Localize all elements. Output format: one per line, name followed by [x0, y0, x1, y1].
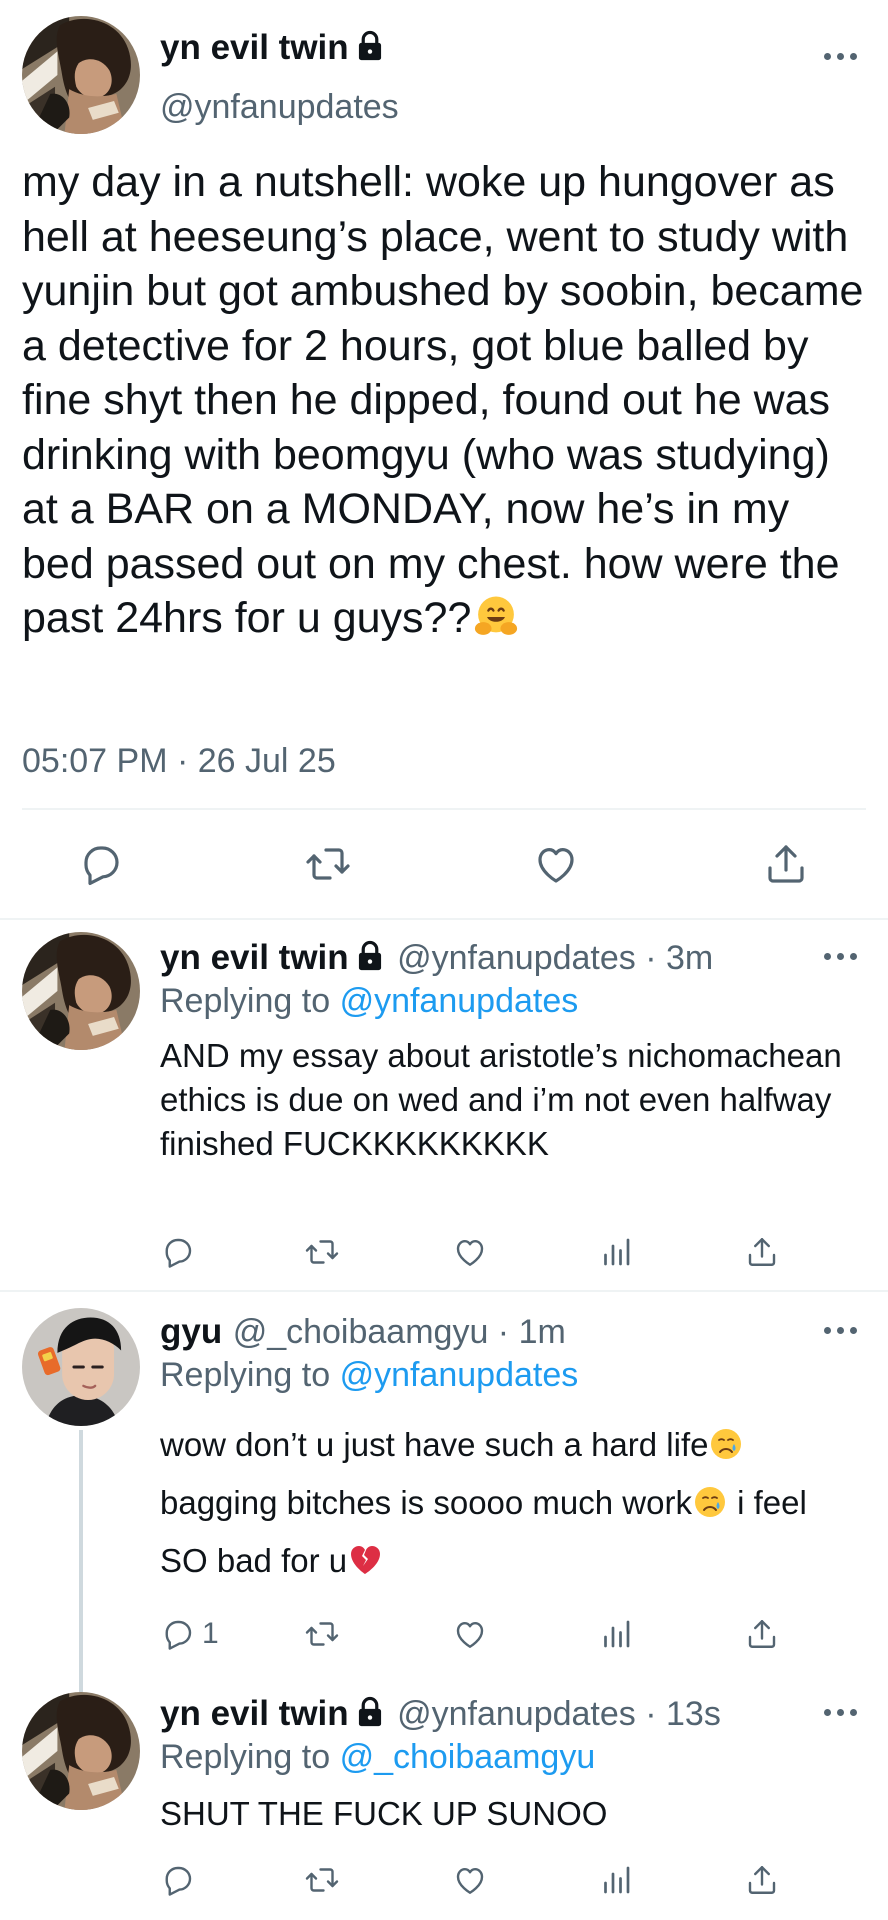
retweet-button[interactable]	[304, 840, 352, 888]
share-button[interactable]	[744, 1616, 780, 1652]
retweet-button[interactable]	[304, 1616, 340, 1652]
share-button[interactable]	[744, 1234, 780, 1270]
reply-author-row: gyu @_choibaamgyu · 1m	[160, 1312, 566, 1352]
like-button[interactable]	[532, 840, 580, 888]
replying-to-link[interactable]: @ynfanupdates	[340, 982, 579, 1020]
reply-text: wow don’t u just have such a hard life b…	[160, 1426, 807, 1579]
lock-icon	[355, 940, 385, 972]
crying-face-emoji	[708, 1426, 744, 1462]
reply-icon	[160, 1234, 196, 1270]
avatar[interactable]	[22, 16, 140, 134]
main-divider	[22, 808, 866, 810]
reply-button[interactable]	[77, 840, 125, 888]
reply-author-row: yn evil twin @ynfanupdates · 13s	[160, 1694, 721, 1734]
lock-icon	[355, 30, 385, 62]
reply-button[interactable]	[160, 1862, 196, 1898]
avatar[interactable]	[22, 1308, 140, 1426]
section-divider	[0, 918, 888, 920]
handle-time[interactable]: @ynfanupdates · 3m	[397, 939, 713, 977]
replying-to-link[interactable]: @_choibaamgyu	[340, 1738, 596, 1776]
like-icon	[452, 1616, 488, 1652]
display-name[interactable]: gyu	[160, 1312, 222, 1351]
thread-line	[79, 1430, 83, 1692]
views-button[interactable]	[598, 1616, 634, 1652]
like-button[interactable]	[452, 1234, 488, 1270]
broken-heart-emoji	[347, 1542, 383, 1578]
more-options-button[interactable]	[824, 1320, 864, 1340]
retweet-button[interactable]	[304, 1234, 340, 1270]
reply-icon	[160, 1862, 196, 1898]
like-icon	[532, 840, 580, 888]
share-button[interactable]	[762, 840, 810, 888]
views-button[interactable]	[598, 1234, 634, 1270]
reply-text: AND my essay about aristotle’s nichomach…	[160, 1037, 842, 1162]
handle-time[interactable]: @_choibaamgyu · 1m	[233, 1313, 566, 1351]
share-icon	[762, 840, 810, 888]
share-icon	[744, 1616, 780, 1652]
handle-time[interactable]: @ynfanupdates · 13s	[397, 1695, 721, 1733]
crying-face-emoji	[692, 1484, 728, 1520]
share-icon	[744, 1234, 780, 1270]
retweet-icon	[304, 1616, 340, 1652]
timestamp[interactable]: 05:07 PM · 26 Jul 25	[22, 742, 336, 781]
views-icon	[598, 1862, 634, 1898]
retweet-button[interactable]	[304, 1862, 340, 1898]
retweet-icon	[304, 840, 352, 888]
reply-button[interactable]: 1	[160, 1616, 219, 1652]
reply-button[interactable]	[160, 1234, 196, 1270]
more-options-button[interactable]	[824, 946, 864, 966]
display-name[interactable]: yn evil twin	[160, 28, 349, 67]
section-divider	[0, 1290, 888, 1292]
share-icon	[744, 1862, 780, 1898]
reply-icon	[77, 840, 125, 888]
views-icon	[598, 1616, 634, 1652]
retweet-icon	[304, 1234, 340, 1270]
display-name[interactable]: yn evil twin	[160, 938, 349, 977]
replying-to: Replying to @_choibaamgyu	[160, 1738, 596, 1776]
more-options-button[interactable]	[824, 1702, 864, 1722]
like-button[interactable]	[452, 1862, 488, 1898]
reply-icon	[160, 1616, 196, 1652]
tweet-text: my day in a nutshell: woke up hungover a…	[22, 158, 864, 642]
avatar[interactable]	[22, 1692, 140, 1810]
replying-to-link[interactable]: @ynfanupdates	[340, 1356, 579, 1394]
replying-to: Replying to @ynfanupdates	[160, 1356, 579, 1394]
more-options-button[interactable]	[824, 46, 864, 66]
views-icon	[598, 1234, 634, 1270]
like-icon	[452, 1234, 488, 1270]
like-icon	[452, 1862, 488, 1898]
lock-icon	[355, 1696, 385, 1728]
handle[interactable]: @ynfanupdates	[160, 88, 399, 127]
views-button[interactable]	[598, 1862, 634, 1898]
display-name[interactable]: yn evil twin	[160, 1694, 349, 1733]
share-button[interactable]	[744, 1862, 780, 1898]
like-button[interactable]	[452, 1616, 488, 1652]
hugging-face-emoji	[473, 594, 519, 640]
reply-author-row: yn evil twin @ynfanupdates · 3m	[160, 938, 713, 978]
reply-count: 1	[202, 1617, 219, 1650]
author-row: yn evil twin	[160, 28, 385, 68]
reply-text: SHUT THE FUCK UP SUNOO	[160, 1795, 608, 1832]
replying-to: Replying to @ynfanupdates	[160, 982, 579, 1020]
retweet-icon	[304, 1862, 340, 1898]
avatar[interactable]	[22, 932, 140, 1050]
